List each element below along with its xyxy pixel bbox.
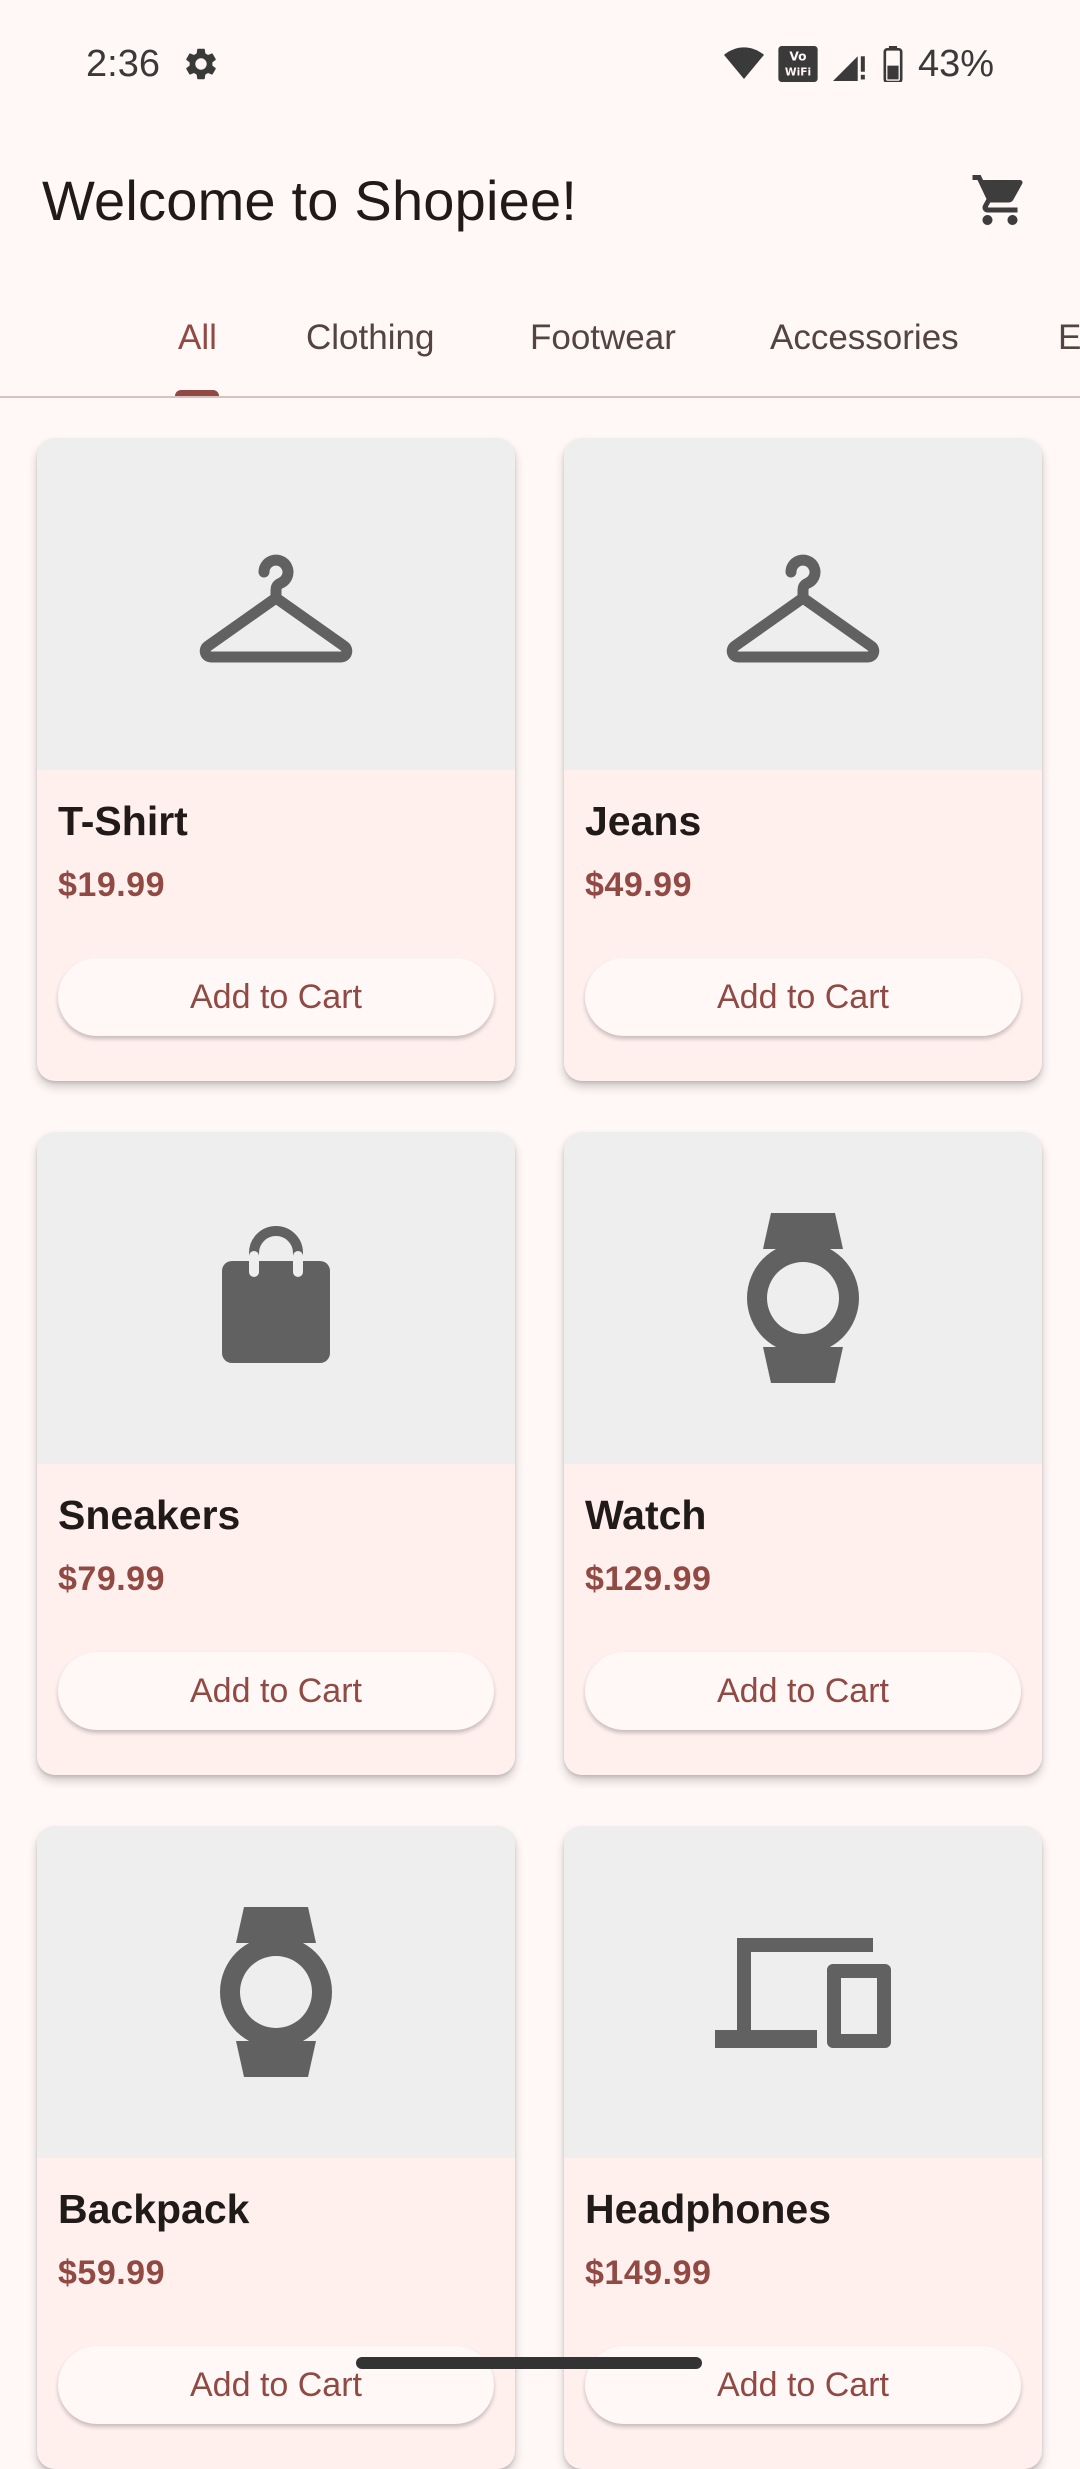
tab-all[interactable]: All	[175, 280, 220, 396]
product-card[interactable]: T-Shirt $19.99 Add to Cart	[37, 438, 515, 1081]
cart-button[interactable]	[960, 160, 1040, 240]
hanger-icon	[726, 554, 880, 663]
wifi-icon	[723, 47, 764, 81]
devices-icon	[715, 1938, 891, 2048]
tab-label: Footwear	[530, 318, 676, 357]
product-price: $19.99	[58, 866, 165, 904]
svg-text:WiFi: WiFi	[785, 65, 811, 78]
tab-footwear[interactable]: Footwear	[530, 280, 676, 396]
tab-clothing[interactable]: Clothing	[306, 280, 434, 396]
svg-text:Vo: Vo	[789, 50, 806, 64]
product-image	[37, 438, 515, 770]
add-to-cart-button[interactable]: Add to Cart	[585, 958, 1021, 1036]
watch-icon	[220, 1907, 332, 2077]
product-price: $59.99	[58, 2254, 165, 2292]
status-bar: 2:36 Vo WiFi 43%	[0, 0, 1080, 128]
vowifi-icon: Vo WiFi	[778, 46, 818, 82]
add-to-cart-button[interactable]: Add to Cart	[585, 1652, 1021, 1730]
product-card[interactable]: Headphones $149.99 Add to Cart	[564, 1826, 1042, 2469]
tab-label: E	[1058, 318, 1080, 357]
product-price: $129.99	[585, 1560, 712, 1598]
tab-accessories[interactable]: Accessories	[770, 280, 959, 396]
product-name: Sneakers	[58, 1492, 241, 1538]
product-image	[564, 1826, 1042, 2158]
product-card[interactable]: Jeans $49.99 Add to Cart	[564, 438, 1042, 1081]
product-price: $149.99	[585, 2254, 712, 2292]
tab-electronics[interactable]: E	[1058, 280, 1080, 396]
battery-icon	[882, 46, 904, 82]
watch-icon	[747, 1213, 859, 1383]
shopping-bag-icon	[222, 1226, 330, 1363]
add-to-cart-button[interactable]: Add to Cart	[58, 1652, 494, 1730]
home-indicator[interactable]	[356, 2357, 702, 2369]
product-name: T-Shirt	[58, 798, 188, 844]
product-card[interactable]: Watch $129.99 Add to Cart	[564, 1132, 1042, 1775]
app-bar: Welcome to Shopiee!	[0, 150, 1080, 250]
product-image	[37, 1132, 515, 1464]
settings-icon	[182, 45, 220, 83]
shopping-cart-icon	[972, 175, 1023, 225]
page-title: Welcome to Shopiee!	[42, 168, 578, 232]
category-tabs: All Clothing Footwear Accessories E	[0, 280, 1080, 398]
product-name: Watch	[585, 1492, 707, 1538]
product-name: Backpack	[58, 2186, 250, 2232]
tab-label: Accessories	[770, 318, 959, 357]
tab-indicator	[175, 390, 220, 396]
product-name: Headphones	[585, 2186, 832, 2232]
product-card[interactable]: Sneakers $79.99 Add to Cart	[37, 1132, 515, 1775]
signal-icon	[832, 47, 868, 81]
add-to-cart-button[interactable]: Add to Cart	[58, 958, 494, 1036]
status-left: 2:36	[86, 43, 220, 86]
battery-percent: 43%	[917, 42, 994, 85]
product-price: $79.99	[58, 1560, 165, 1598]
product-name: Jeans	[585, 798, 702, 844]
product-image	[37, 1826, 515, 2158]
hanger-icon	[199, 554, 353, 663]
status-time: 2:36	[86, 42, 160, 85]
tab-label: All	[178, 318, 217, 357]
product-card[interactable]: Backpack $59.99 Add to Cart	[37, 1826, 515, 2469]
status-right: Vo WiFi 43%	[723, 42, 994, 86]
product-image	[564, 438, 1042, 770]
product-image	[564, 1132, 1042, 1464]
tab-label: Clothing	[306, 318, 435, 357]
product-price: $49.99	[585, 866, 692, 904]
